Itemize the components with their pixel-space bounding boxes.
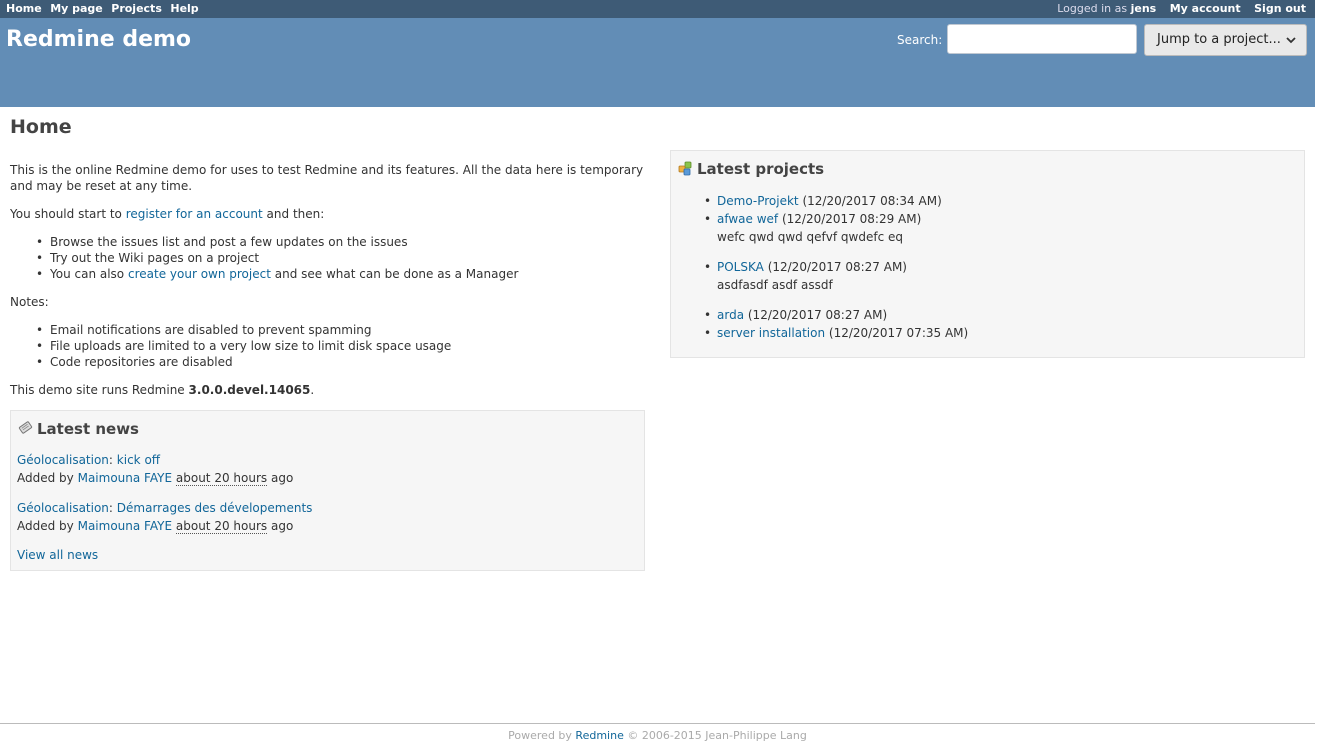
latest-projects-box: Latest projects Demo-Projekt (12/20/2017… (670, 150, 1305, 358)
top-menu: Home My page Projects Help Logged in as … (0, 0, 1315, 18)
latest-projects-heading: Latest projects (697, 160, 825, 178)
top-menu-projects-link[interactable]: Projects (111, 2, 162, 15)
news-added-by: Added by (17, 471, 74, 485)
project-date: (12/20/2017 07:35 AM) (828, 326, 969, 340)
start-suffix: and then: (266, 207, 325, 221)
project-item: Demo-Projekt (12/20/2017 08:34 AM) (704, 192, 968, 210)
create-project-link[interactable]: create your own project (128, 267, 271, 281)
news-title-line: Géolocalisation: Démarrages des dévelope… (17, 499, 312, 517)
jump-to-project-label: Jump to a project... (1157, 32, 1281, 47)
project-description: asdfasdf asdf assdf (717, 278, 833, 292)
footer-powered-by: Powered by (508, 729, 572, 742)
project-item: POLSKA (12/20/2017 08:27 AM) asdfasdf asd… (704, 258, 968, 294)
project-link[interactable]: arda (717, 308, 744, 322)
news-author-link[interactable]: Maimouna FAYE (78, 471, 172, 485)
project-item: server installation (12/20/2017 07:35 AM… (704, 324, 968, 342)
my-account-link[interactable]: My account (1170, 2, 1241, 15)
top-menu-help-link[interactable]: Help (170, 2, 198, 15)
view-all-news-link[interactable]: View all news (17, 548, 98, 562)
news-project-link[interactable]: Géolocalisation (17, 453, 109, 467)
list-item: File uploads are limited to a very low s… (36, 338, 451, 354)
footer-redmine-link[interactable]: Redmine (575, 729, 623, 742)
footer: Powered by Redmine © 2006-2015 Jean-Phil… (0, 729, 1315, 742)
top-menu-home-link[interactable]: Home (6, 2, 42, 15)
list-item: Code repositories are disabled (36, 354, 451, 370)
project-date: (12/20/2017 08:34 AM) (802, 194, 942, 208)
notes-list: Email notifications are disabled to prev… (36, 322, 451, 370)
project-date: (12/20/2017 08:27 AM) (767, 260, 907, 274)
jump-to-project-select[interactable]: Jump to a project... (1144, 24, 1307, 56)
project-item: arda (12/20/2017 08:27 AM) (704, 306, 968, 324)
project-item: afwae wef (12/20/2017 08:29 AM) wefc qwd … (704, 210, 968, 246)
news-meta: Added by Maimouna FAYE about 20 hours ag… (17, 519, 293, 534)
list-item: Browse the issues list and post a few up… (36, 234, 518, 250)
sign-out-link[interactable]: Sign out (1254, 2, 1306, 15)
start-list: Browse the issues list and post a few up… (36, 234, 518, 282)
project-date: (12/20/2017 08:27 AM) (747, 308, 888, 322)
projects-list: Demo-Projekt (12/20/2017 08:34 AM) afwae… (704, 192, 968, 342)
project-link[interactable]: server installation (717, 326, 825, 340)
project-link[interactable]: afwae wef (717, 212, 778, 226)
page-title: Home (10, 116, 72, 138)
news-item: Géolocalisation: Démarrages des dévelope… (17, 499, 312, 535)
news-meta: Added by Maimouna FAYE about 20 hours ag… (17, 471, 293, 486)
list-item-suffix: and see what can be done as a Manager (274, 267, 519, 281)
project-date: (12/20/2017 08:29 AM) (781, 212, 922, 226)
list-item: Try out the Wiki pages on a project (36, 250, 518, 266)
notes-label: Notes: (10, 295, 49, 309)
start-paragraph: You should start to register for an acco… (10, 206, 324, 222)
news-time: about 20 hours (175, 519, 268, 534)
version-prefix: This demo site runs Redmine (10, 383, 185, 397)
footer-divider (0, 723, 1315, 724)
list-item: Email notifications are disabled to prev… (36, 322, 451, 338)
news-title-line: Géolocalisation: kick off (17, 451, 293, 469)
projects-icon (678, 161, 693, 176)
site-title[interactable]: Redmine demo (6, 27, 191, 52)
news-time: about 20 hours (175, 471, 268, 486)
latest-news-box: Latest news Géolocalisation: kick off Ad… (10, 410, 645, 571)
search-label: Search: (897, 33, 943, 47)
top-menu-my-page-link[interactable]: My page (50, 2, 103, 15)
version-number: 3.0.0.devel.14065 (188, 383, 311, 397)
start-prefix: You should start to (10, 207, 122, 221)
news-separator: : (108, 453, 113, 467)
news-author-link[interactable]: Maimouna FAYE (78, 519, 172, 533)
logged-in-prefix: Logged in as (1057, 2, 1128, 15)
chevron-down-icon (1286, 25, 1296, 66)
latest-news-heading: Latest news (37, 420, 139, 438)
logged-in-as: Logged in as jens (1057, 2, 1156, 15)
intro-paragraph: This is the online Redmine demo for uses… (10, 163, 644, 193)
news-added-by: Added by (17, 519, 74, 533)
footer-copyright: © 2006-2015 Jean-Philippe Lang (627, 729, 807, 742)
news-icon (18, 420, 33, 435)
list-item: You can also create your own project and… (36, 266, 518, 282)
top-menu-right: Logged in as jens My account Sign out (1057, 0, 1306, 17)
news-separator: : (108, 501, 113, 515)
news-title-link[interactable]: kick off (117, 453, 160, 467)
news-title-link[interactable]: Démarrages des dévelopements (117, 501, 313, 515)
header: Redmine demo Search: Jump to a project..… (0, 18, 1315, 107)
project-description: wefc qwd qwd qefvf qwdefc eq (717, 230, 903, 244)
current-user-link[interactable]: jens (1131, 2, 1157, 15)
register-link[interactable]: register for an account (126, 207, 263, 221)
version-paragraph: This demo site runs Redmine 3.0.0.devel.… (10, 382, 314, 398)
list-item-prefix: You can also (50, 267, 125, 281)
news-item: Géolocalisation: kick off Added by Maimo… (17, 451, 293, 487)
news-project-link[interactable]: Géolocalisation (17, 501, 109, 515)
version-suffix: . (310, 383, 315, 397)
project-link[interactable]: POLSKA (717, 260, 764, 274)
search-input[interactable] (947, 24, 1137, 54)
project-link[interactable]: Demo-Projekt (717, 194, 799, 208)
news-ago: ago (270, 519, 294, 533)
news-ago: ago (270, 471, 294, 485)
top-menu-left: Home My page Projects Help (6, 0, 204, 17)
